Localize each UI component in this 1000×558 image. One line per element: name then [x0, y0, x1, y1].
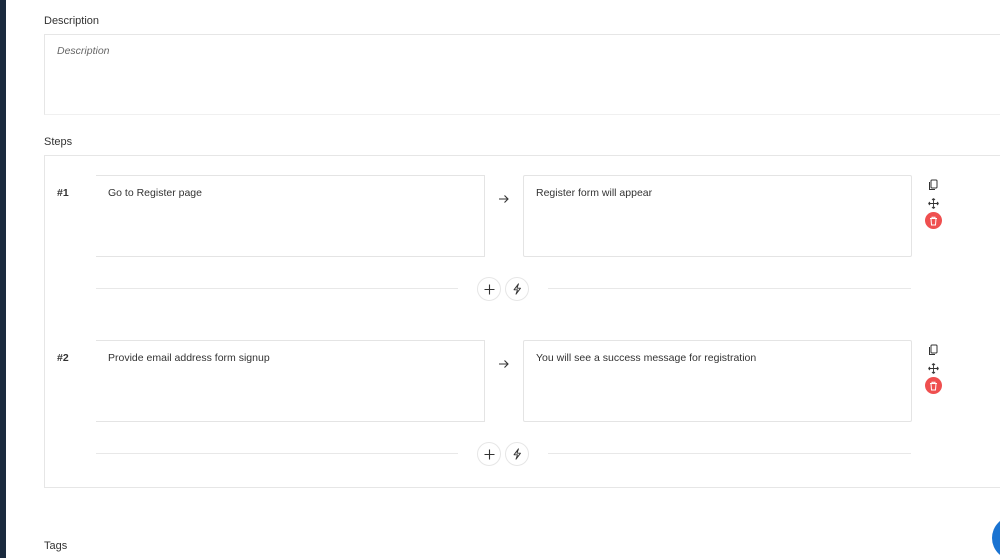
generate-step-button[interactable]	[505, 442, 529, 466]
lightning-icon	[513, 448, 521, 460]
add-step-button[interactable]	[477, 277, 501, 301]
generate-step-button[interactable]	[505, 277, 529, 301]
move-icon[interactable]	[924, 359, 942, 377]
description-field[interactable]	[44, 34, 1000, 115]
arrow-right-icon	[496, 356, 512, 372]
add-step-button[interactable]	[477, 442, 501, 466]
copy-icon[interactable]	[924, 341, 942, 359]
description-label: Description	[44, 15, 100, 27]
steps-label: Steps	[44, 136, 73, 148]
plus-icon	[484, 284, 494, 294]
move-icon[interactable]	[924, 194, 942, 212]
plus-icon	[484, 449, 494, 459]
step-number: #1	[57, 187, 69, 199]
delete-icon[interactable]	[924, 212, 942, 229]
arrow-right-icon	[496, 191, 512, 207]
step-expected-field[interactable]: You will see a success message for regis…	[523, 340, 912, 422]
description-input[interactable]	[45, 35, 1000, 114]
lightning-icon	[513, 283, 521, 295]
step-divider	[96, 453, 458, 454]
sidebar-edge	[0, 0, 6, 558]
step-expected-field[interactable]: Register form will appear	[523, 175, 912, 257]
step-action-field[interactable]: Provide email address form signup	[96, 340, 485, 422]
step-action-field[interactable]: Go to Register page	[96, 175, 485, 257]
step-actions	[924, 341, 942, 394]
delete-icon[interactable]	[924, 377, 942, 394]
tags-label: Tags	[44, 540, 68, 552]
step-divider	[548, 453, 911, 454]
chat-widget-button[interactable]	[992, 516, 1000, 558]
step-expected-text: You will see a success message for regis…	[536, 352, 757, 364]
step-action-text: Provide email address form signup	[108, 352, 270, 364]
step-actions	[924, 176, 942, 229]
step-divider	[548, 288, 911, 289]
step-divider	[96, 288, 458, 289]
copy-icon[interactable]	[924, 176, 942, 194]
step-expected-text: Register form will appear	[536, 187, 653, 199]
step-number: #2	[57, 352, 69, 364]
step-action-text: Go to Register page	[108, 187, 202, 199]
